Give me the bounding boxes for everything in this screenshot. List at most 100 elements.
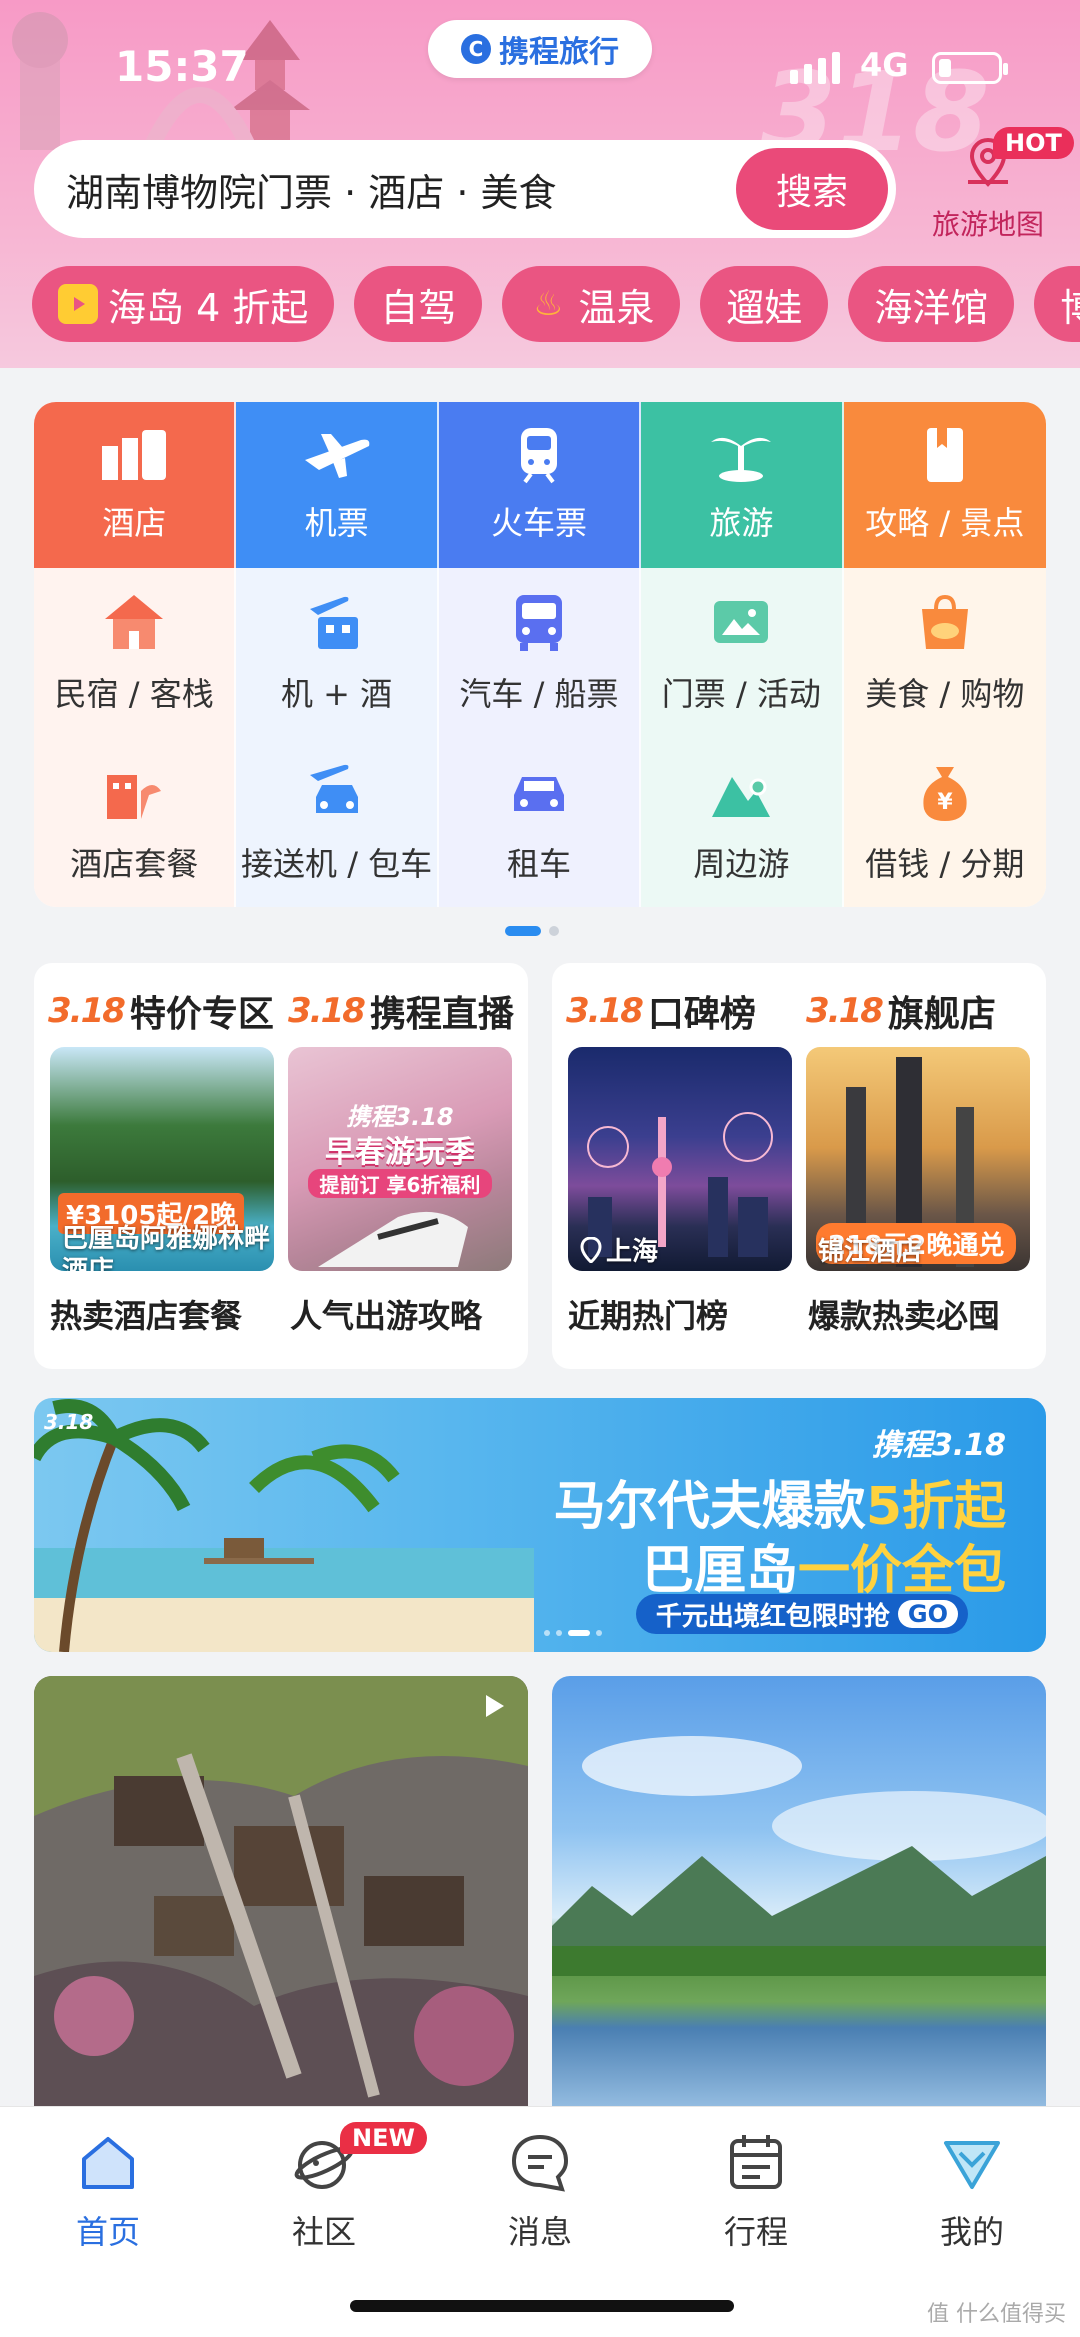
home-indicator[interactable] (350, 2300, 734, 2312)
service-label: 租车 (506, 845, 571, 883)
service-bus-ship[interactable]: 汽车 / 船票 (438, 568, 642, 738)
ticket-icon (714, 601, 769, 643)
chip-hot-spring[interactable]: ♨ 温泉 (502, 266, 681, 342)
svg-text:¥: ¥ (937, 790, 953, 815)
service-train[interactable]: 火车票 (438, 402, 642, 568)
service-flight[interactable]: 机票 (236, 402, 439, 568)
service-hotel-package[interactable]: 酒店套餐 (34, 738, 237, 907)
chip-label: 海洋馆 (874, 285, 989, 330)
promo-caption: 人气出游攻略 (290, 1297, 483, 1335)
service-homestay[interactable]: 民宿 / 客栈 (34, 568, 237, 738)
live-stream-image[interactable]: 携程3.18 早春游玩季 提前订 享6折福利 (288, 1047, 512, 1271)
video-icon (58, 284, 98, 324)
hotel-package-icon (107, 775, 162, 819)
tab-home[interactable]: 首页 (38, 2131, 178, 2253)
service-grid: 酒店 机票 火车票 旅游 攻略 / 景点 民宿 / 客栈 机 + 酒 汽车 / … (34, 402, 1046, 907)
feed-card-lake-mountains[interactable] (552, 1676, 1046, 2116)
battery-icon (932, 52, 1008, 84)
service-tickets[interactable]: 门票 / 活动 (641, 568, 844, 738)
palm-icon (711, 437, 772, 482)
promo-tag: 3.18 (566, 991, 644, 1031)
chip-self-drive[interactable]: 自驾 (354, 266, 483, 342)
go-button[interactable]: GO (897, 1600, 958, 1628)
service-label: 酒店套餐 (70, 845, 199, 883)
signal-icon (790, 52, 840, 84)
service-label: 攻略 / 景点 (865, 504, 1025, 542)
watermark: 值 什么值得买 (927, 2302, 1066, 2327)
travel-map-label: 旅游地图 (931, 208, 1044, 241)
banner-cta-text: 千元出境红包限时抢 (655, 1601, 890, 1632)
feed-card-cliff-village[interactable] (34, 1676, 528, 2116)
hotel-brand: 锦江酒店 (818, 1237, 923, 1267)
promo-title-sale[interactable]: 3.18 特价专区 (48, 985, 274, 1037)
guide-icon (926, 428, 963, 482)
tab-label: 我的 (939, 2213, 1004, 2251)
promo-card-left: 3.18 特价专区 3.18 携程直播 ¥3105起/2晚 巴厘岛阿雅娜林畔酒店… (34, 963, 528, 1369)
shanghai-skyline-image[interactable]: 上海 (568, 1047, 792, 1271)
train-illustration (318, 1211, 468, 1267)
promo-banner[interactable]: 3.18 携程3.18 马尔代夫爆款5折起 巴厘岛一价全包 千元出境红包限时抢 … (34, 1398, 1046, 1652)
service-travel[interactable]: 旅游 (641, 402, 844, 568)
nearby-icon (712, 777, 771, 817)
service-flight-hotel[interactable]: 机 + 酒 (236, 568, 439, 738)
money-bag-icon: ¥ (923, 767, 967, 821)
chip-label: 温泉 (578, 285, 655, 330)
service-hotel[interactable]: 酒店 (34, 402, 237, 568)
beach-illustration (34, 1399, 534, 1652)
promo-title-live[interactable]: 3.18 携程直播 (288, 985, 514, 1037)
chip-label: 海岛 4 折起 (108, 285, 309, 330)
tab-label: 首页 (75, 2213, 140, 2251)
status-time: 15:37 (115, 42, 249, 91)
promo-caption: 近期热门榜 (568, 1297, 729, 1335)
location-text: 上海 (606, 1237, 659, 1267)
chip-aquarium[interactable]: 海洋馆 (848, 266, 1015, 342)
promo-title-flagship[interactable]: 3.18 旗舰店 (806, 985, 996, 1037)
network-type: 4G (860, 46, 909, 84)
chip-island[interactable]: 海岛 4 折起 (32, 266, 335, 342)
quick-chips: 海岛 4 折起 自驾 ♨ 温泉 遛娃 海洋馆 博 (32, 266, 1080, 342)
service-food-shopping[interactable]: 美食 / 购物 (843, 568, 1046, 738)
promo-title-ranking[interactable]: 3.18 口碑榜 (566, 985, 756, 1037)
promo-tag: 3.18 (806, 991, 884, 1031)
profile-icon (944, 2141, 1000, 2189)
promo-title: 旗舰店 (887, 994, 996, 1035)
service-label: 汽车 / 船票 (459, 675, 619, 713)
service-label: 接送机 / 包车 (241, 845, 433, 883)
train-icon (520, 428, 557, 484)
tab-profile[interactable]: 我的 (902, 2131, 1042, 2253)
chip-label: 遛娃 (726, 285, 803, 330)
car-rental-icon (513, 777, 564, 811)
chip-label: 博 (1060, 285, 1080, 330)
jinjiang-hotel-image[interactable]: 218元2晚通兑 锦江酒店 (806, 1047, 1030, 1271)
service-guide[interactable]: 攻略 / 景点 (843, 402, 1046, 568)
banner-page-indicator (544, 1630, 602, 1636)
banner-cta[interactable]: 千元出境红包限时抢 GO (635, 1594, 968, 1634)
tab-itinerary[interactable]: 行程 (686, 2131, 826, 2253)
promo-caption: 爆款热卖必囤 (808, 1297, 1001, 1335)
homestay-icon (105, 595, 164, 649)
service-nearby[interactable]: 周边游 (641, 738, 844, 907)
food-icon (921, 594, 968, 649)
hot-spring-icon: ♨ (533, 284, 564, 324)
promo-title: 携程直播 (369, 994, 514, 1035)
service-label: 门票 / 活动 (661, 675, 821, 713)
hotel-package-image[interactable]: ¥3105起/2晚 巴厘岛阿雅娜林畔酒店 (50, 1047, 274, 1271)
chip-kids[interactable]: 遛娃 (700, 266, 829, 342)
chip-label: 自驾 (380, 285, 457, 330)
grid-page-indicator (505, 926, 559, 936)
search-bar[interactable]: 湖南博物院门票 · 酒店 · 美食 搜索 (34, 140, 896, 238)
play-icon (486, 1695, 504, 1717)
service-car-rental[interactable]: 租车 (438, 738, 642, 907)
promo-tag: 3.18 (288, 991, 366, 1031)
service-label: 美食 / 购物 (865, 675, 1025, 713)
chip-museum[interactable]: 博 (1034, 266, 1080, 342)
service-transfer[interactable]: 接送机 / 包车 (236, 738, 439, 907)
search-button[interactable]: 搜索 (736, 148, 888, 230)
hotel-name: 巴厘岛阿雅娜林畔酒店 (62, 1224, 271, 1271)
service-label: 机票 (304, 504, 369, 542)
tab-messages[interactable]: 消息 (470, 2131, 610, 2253)
tab-label: 消息 (507, 2213, 572, 2251)
service-loan[interactable]: ¥ 借钱 / 分期 (843, 738, 1046, 907)
home-icon (82, 2137, 134, 2189)
service-label: 旅游 (709, 504, 774, 542)
